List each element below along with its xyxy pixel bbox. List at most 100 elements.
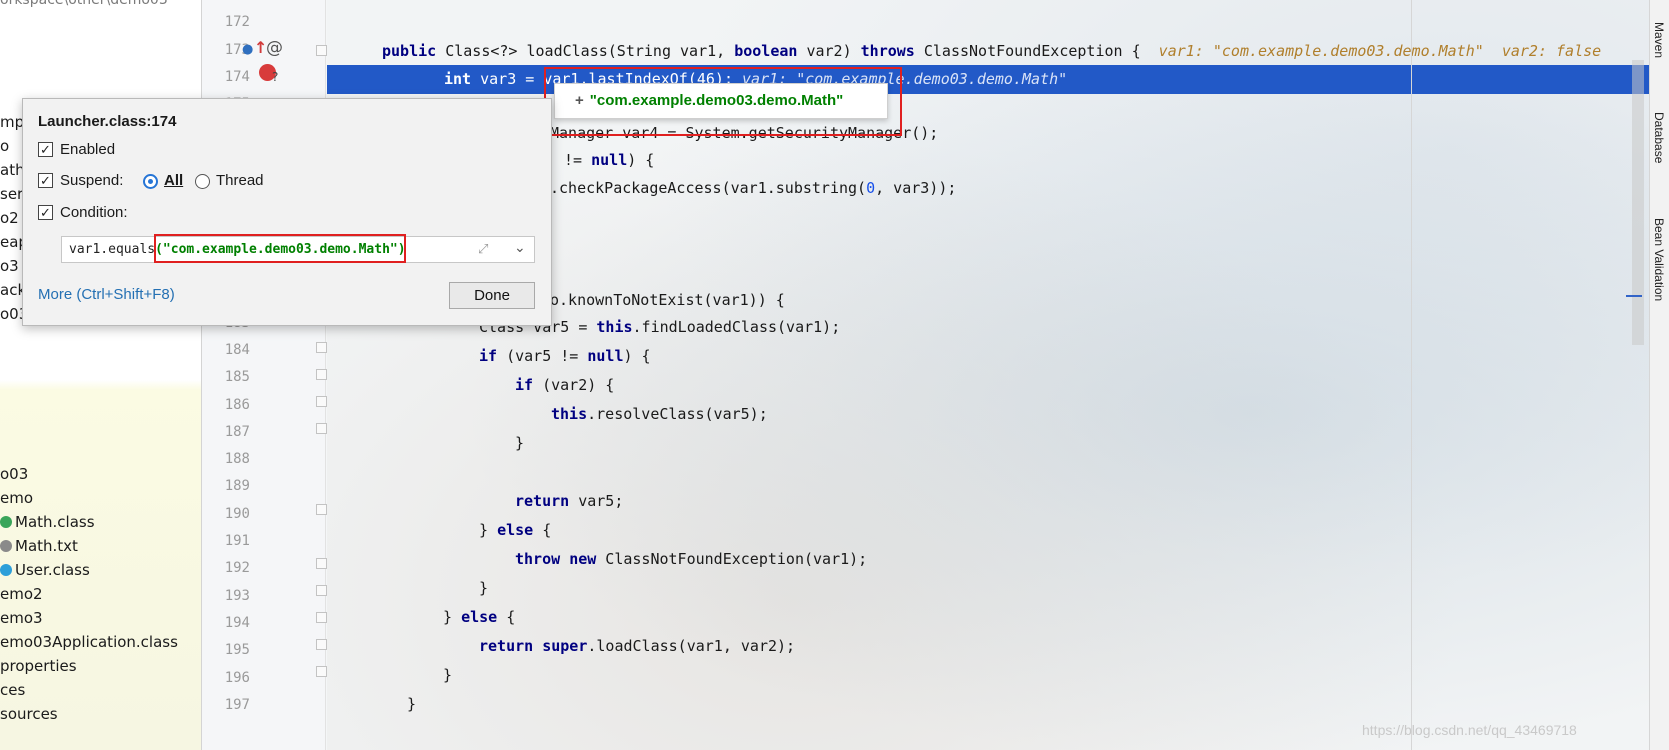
tooltip-value: "com.example.demo03.demo.Math"	[589, 92, 844, 109]
tree-item-label: User.class	[15, 561, 90, 579]
tree-item[interactable]: ath	[0, 158, 25, 182]
line-number: 197	[224, 696, 250, 713]
enabled-label: Enabled	[60, 141, 116, 158]
tree-item[interactable]: emo3	[0, 606, 43, 630]
fold-marker[interactable]	[316, 369, 327, 380]
vertical-scrollbar-thumb[interactable]	[1632, 60, 1644, 345]
fold-marker[interactable]	[316, 558, 327, 569]
annotation-icon[interactable]: @	[266, 38, 283, 58]
condition-input[interactable]: var1.equals("com.example.demo03.demo.Mat…	[61, 234, 535, 263]
code-line-182: o.knownToNotExist(var1)) {	[550, 291, 785, 309]
tree-item[interactable]: emo	[0, 486, 33, 510]
tree-item-label: emo	[0, 489, 34, 507]
fold-marker[interactable]	[316, 342, 327, 353]
fold-marker[interactable]	[316, 666, 327, 677]
file-icon	[0, 564, 12, 576]
code-line-178: .checkPackageAccess(var1.substring(0, va…	[550, 179, 957, 197]
value-tooltip[interactable]: + "com.example.demo03.demo.Math"	[554, 83, 888, 119]
tree-item-label: o3	[0, 257, 19, 275]
tree-item[interactable]: emo2	[0, 582, 43, 606]
expand-plus-icon[interactable]: +	[575, 92, 584, 109]
line-number: 189	[224, 478, 250, 495]
tree-item-label: Math.txt	[15, 537, 78, 555]
tree-item[interactable]: ces	[0, 678, 25, 702]
expand-editor-icon[interactable]: ⤢	[478, 241, 488, 257]
line-number: 193	[224, 587, 250, 604]
popup-title: Launcher.class:174	[38, 113, 177, 130]
tree-item[interactable]: ser	[0, 182, 23, 206]
tree-item[interactable]: Math.txt	[0, 534, 78, 558]
chevron-down-icon[interactable]: ⌄	[514, 239, 526, 256]
tree-item[interactable]: o03	[0, 462, 28, 486]
tree-item[interactable]: sources	[0, 702, 58, 726]
code-line-184: if (var5 != null) {	[479, 347, 651, 365]
code-line-186: this.resolveClass(var5);	[551, 405, 768, 423]
line-number: 172	[224, 14, 250, 31]
code-line-194: return super.loadClass(var1, var2);	[479, 637, 796, 655]
tree-item-label: emo03Application.class	[0, 633, 178, 651]
breakpoint-properties-popup: Launcher.class:174 ✓ Enabled ✓ Suspend: …	[22, 98, 552, 326]
suspend-label: Suspend:	[60, 172, 124, 189]
code-line-191: throw new ClassNotFoundException(var1);	[515, 550, 868, 568]
tree-item[interactable]: o2	[0, 206, 19, 230]
suspend-all-radio[interactable]	[143, 174, 158, 189]
right-margin-guide	[1411, 0, 1412, 750]
file-icon	[0, 516, 12, 528]
line-number: 192	[224, 560, 250, 577]
fold-marker[interactable]	[316, 585, 327, 596]
condition-label: Condition:	[60, 204, 128, 221]
tree-item-label: o03	[0, 465, 29, 483]
line-number: 187	[224, 423, 250, 440]
code-line-193: } else {	[443, 608, 516, 626]
line-number: 174	[224, 68, 250, 85]
tree-item[interactable]: User.class	[0, 558, 90, 582]
more-link[interactable]: More (Ctrl+Shift+F8)	[38, 286, 175, 303]
suspend-all-label: All	[164, 172, 184, 189]
tree-item[interactable]: emo03Application.class	[0, 630, 178, 654]
tree-item-label: emo3	[0, 609, 43, 627]
tree-item-label: sources	[0, 705, 58, 723]
suspend-thread-radio[interactable]	[195, 174, 210, 189]
condition-highlight-box	[154, 234, 406, 263]
implementation-icon[interactable]: ●	[242, 42, 253, 57]
condition-checkbox[interactable]: ✓	[38, 205, 53, 220]
line-number: 196	[224, 669, 250, 686]
fold-marker[interactable]	[316, 423, 327, 434]
code-line-185: if (var2) {	[515, 376, 615, 394]
tree-item-label: properties	[0, 657, 77, 675]
inline-debug-value: var1: "com.example.demo03.demo.Math" var…	[1158, 42, 1602, 60]
line-number: 185	[224, 369, 250, 386]
line-number: 188	[224, 451, 250, 468]
code-line-190: } else {	[479, 521, 552, 539]
line-number: 195	[224, 642, 250, 659]
maven-tab[interactable]: Maven	[1652, 22, 1666, 58]
fold-marker[interactable]	[316, 504, 327, 515]
current-execution-line: int var3 = var1.lastIndexOf(46); var1: "…	[327, 65, 1649, 94]
tree-item[interactable]: properties	[0, 654, 77, 678]
suspend-checkbox[interactable]: ✓	[38, 173, 53, 188]
tree-item-label: Math.class	[15, 513, 95, 531]
tree-item-label: o	[0, 137, 10, 155]
tree-item[interactable]: Math.class	[0, 510, 95, 534]
database-tab[interactable]: Database	[1652, 112, 1666, 163]
right-tool-strip: Maven Database Bean Validation	[1649, 0, 1669, 750]
line-number: 194	[224, 614, 250, 631]
fold-marker[interactable]	[316, 639, 327, 650]
code-line-177: != null) {	[555, 151, 655, 169]
tree-item[interactable]: o	[0, 134, 9, 158]
code-line-196: }	[407, 695, 417, 713]
bean-validation-tab[interactable]: Bean Validation	[1652, 218, 1666, 301]
fold-marker[interactable]	[316, 612, 327, 623]
fold-marker[interactable]	[316, 45, 327, 56]
fold-marker[interactable]	[316, 396, 327, 407]
done-button[interactable]: Done	[449, 282, 535, 309]
tree-item-label: o2	[0, 209, 19, 227]
tree-item-label: emo2	[0, 585, 43, 603]
line-number: 186	[224, 396, 250, 413]
code-line-192: }	[479, 579, 489, 597]
tree-item-label: ser	[0, 185, 24, 203]
line-number: 184	[224, 341, 250, 358]
tree-item[interactable]: o3	[0, 254, 19, 278]
enabled-checkbox[interactable]: ✓	[38, 142, 53, 157]
line-number: 190	[224, 505, 250, 522]
